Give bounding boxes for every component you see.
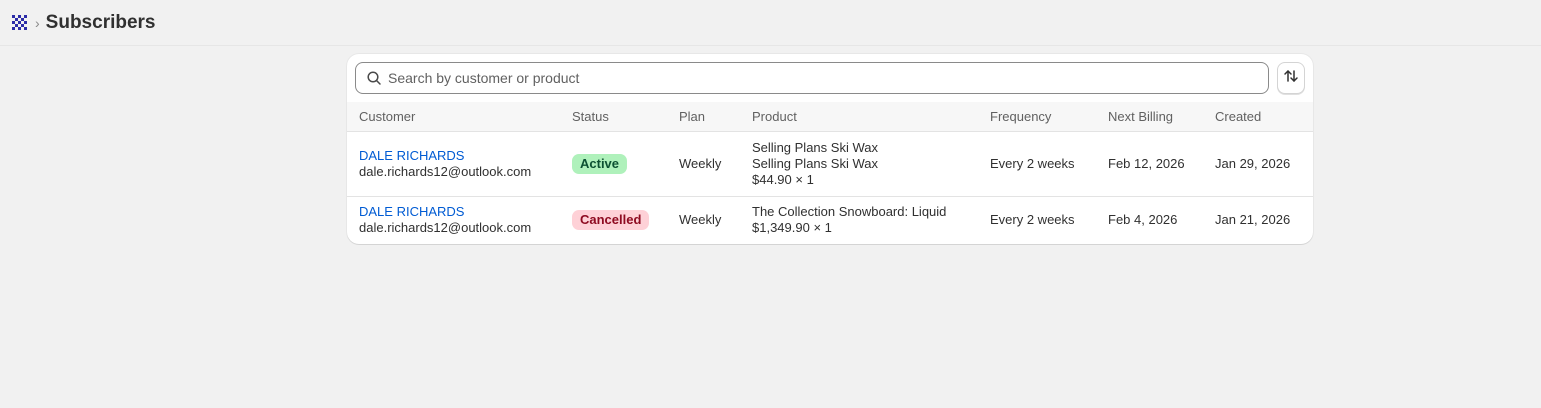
page-title: Subscribers: [45, 11, 156, 33]
customer-name-link[interactable]: DALE RICHARDS: [359, 204, 560, 220]
sort-arrows-icon: [1283, 68, 1299, 89]
top-bar: › Subscribers: [0, 0, 1541, 46]
breadcrumb-separator: ›: [35, 14, 40, 31]
status-badge: Cancelled: [572, 210, 650, 231]
column-header-product[interactable]: Product: [740, 102, 978, 132]
created-cell: Jan 21, 2026: [1215, 212, 1291, 228]
customer-cell: DALE RICHARDS dale.richards12@outlook.co…: [347, 196, 560, 244]
product-cell: Selling Plans Ski Wax Selling Plans Ski …: [740, 131, 978, 196]
sort-button[interactable]: [1277, 62, 1305, 94]
search-input[interactable]: [388, 70, 1248, 86]
product-line: Selling Plans Ski Wax: [752, 139, 878, 155]
status-cell: Cancelled: [560, 196, 667, 244]
customer-name-link[interactable]: DALE RICHARDS: [359, 148, 560, 164]
search-box[interactable]: [355, 62, 1269, 94]
status-badge: Active: [572, 153, 628, 174]
status-cell: Active: [560, 131, 667, 196]
plan-cell: Weekly: [679, 155, 722, 171]
search-icon: [366, 70, 382, 86]
column-header-status[interactable]: Status: [560, 102, 667, 132]
frequency-cell: Every 2 weeks: [990, 212, 1075, 228]
next-billing-cell: Feb 4, 2026: [1108, 212, 1178, 228]
grid-app-icon[interactable]: [12, 15, 27, 30]
frequency-cell: Every 2 weeks: [990, 155, 1075, 171]
customer-email: dale.richards12@outlook.com: [359, 220, 532, 236]
plan-cell: Weekly: [679, 212, 722, 228]
column-header-customer[interactable]: Customer: [347, 102, 560, 132]
table-row[interactable]: DALE RICHARDS dale.richards12@outlook.co…: [347, 196, 1313, 244]
customer-cell: DALE RICHARDS dale.richards12@outlook.co…: [347, 131, 560, 196]
table-header-row: Customer Status Plan Product Frequency N…: [347, 102, 1313, 132]
column-header-created[interactable]: Created: [1203, 102, 1313, 132]
next-billing-cell: Feb 12, 2026: [1108, 155, 1185, 171]
created-cell: Jan 29, 2026: [1215, 155, 1291, 171]
column-header-plan[interactable]: Plan: [667, 102, 740, 132]
column-header-next-billing[interactable]: Next Billing: [1096, 102, 1203, 132]
product-price: $44.90 × 1: [752, 171, 814, 187]
product-price: $1,349.90 × 1: [752, 220, 832, 236]
product-cell: The Collection Snowboard: Liquid $1,349.…: [740, 196, 978, 244]
search-row: [355, 62, 1305, 94]
customer-email: dale.richards12@outlook.com: [359, 163, 532, 179]
product-line: The Collection Snowboard: Liquid: [752, 204, 947, 220]
subscribers-table: Customer Status Plan Product Frequency N…: [347, 102, 1313, 244]
product-line: Selling Plans Ski Wax: [752, 155, 878, 171]
subscribers-card: Customer Status Plan Product Frequency N…: [347, 54, 1313, 244]
column-header-frequency[interactable]: Frequency: [978, 102, 1096, 132]
table-row[interactable]: DALE RICHARDS dale.richards12@outlook.co…: [347, 131, 1313, 196]
